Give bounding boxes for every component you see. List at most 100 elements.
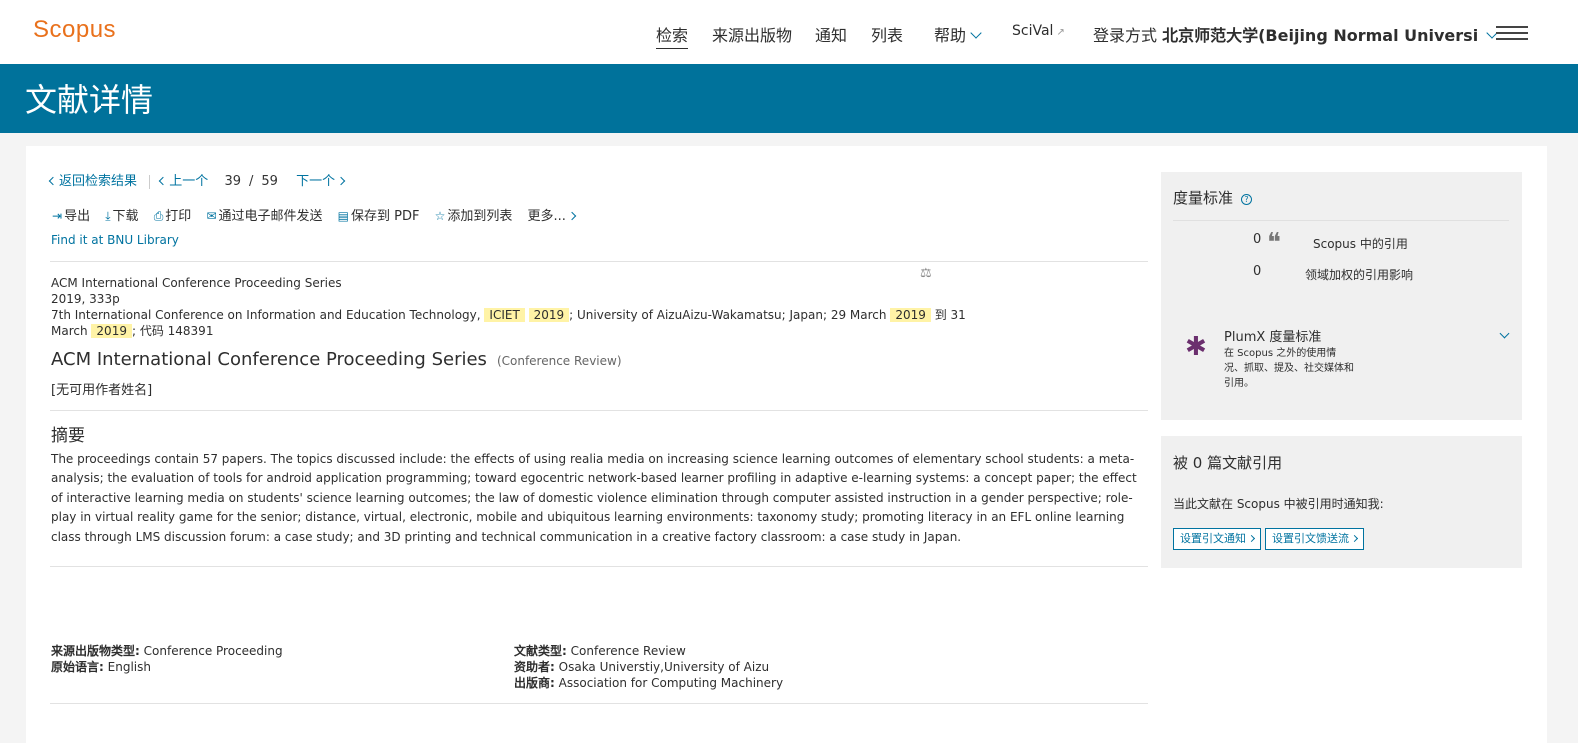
- export-button[interactable]: ⇥ 导出: [52, 205, 90, 224]
- print-icon: ⎙: [153, 209, 164, 223]
- highlight-term: 2019: [528, 308, 570, 322]
- email-icon: ✉: [206, 209, 217, 223]
- conference-code: ; 代码 148391: [131, 324, 214, 338]
- citations-label: Scopus 中的引用: [1313, 237, 1408, 251]
- next-label: 下一个: [296, 174, 336, 189]
- nav-search[interactable]: 检索: [656, 22, 689, 49]
- abstract-heading: 摘要: [51, 426, 85, 446]
- chevron-down-icon: [970, 27, 982, 39]
- language-label: 原始语言:: [51, 660, 104, 674]
- cited-by-title: 被 0 篇文献引用: [1173, 454, 1283, 472]
- page-banner: 文献详情: [0, 64, 1578, 133]
- metrics-title: 度量标准?: [1173, 187, 1253, 208]
- metadata-left: 来源出版物类型: Conference Proceeding 原始语言: Eng…: [51, 643, 283, 675]
- conference-prefix: 7th International Conference on Informat…: [51, 308, 481, 322]
- login-institution-name: 北京师范大学(Beijing Normal Universi: [1162, 26, 1479, 45]
- next-link[interactable]: 下一个: [296, 174, 346, 189]
- print-button[interactable]: ⎙ 打印: [154, 205, 192, 224]
- nav-help-label: 帮助: [934, 26, 967, 45]
- pdf-icon: ▤: [337, 209, 350, 223]
- help-icon[interactable]: ?: [1241, 194, 1253, 205]
- chevron-right-icon: [1247, 534, 1256, 543]
- document-title: ACM International Conference Proceeding …: [51, 349, 487, 370]
- source-year-pages: 2019, 333p: [51, 292, 120, 306]
- set-citation-alert-button[interactable]: 设置引文通知: [1173, 528, 1261, 550]
- source-type-label: 来源出版物类型:: [51, 644, 140, 658]
- chevron-right-icon: [336, 176, 346, 186]
- previous-label: 上一个: [169, 174, 209, 189]
- divider: [149, 174, 151, 189]
- breadcrumb: 返回检索结果 上一个 39 / 59 下一个: [48, 170, 346, 189]
- source-type-value: Conference Proceeding: [143, 644, 283, 658]
- fwci-label: 领域加权的引用影响: [1305, 268, 1414, 282]
- nav-lists[interactable]: 列表: [871, 22, 903, 46]
- download-icon: ⤓: [105, 209, 111, 223]
- back-to-results-link[interactable]: 返回检索结果: [48, 174, 138, 189]
- highlight-term: ICIET: [484, 308, 525, 322]
- plumx-description: 在 Scopus 之外的使用情况、抓取、提及、社交媒体和引用。: [1224, 348, 1354, 389]
- back-to-results-label: 返回检索结果: [59, 174, 138, 189]
- email-button[interactable]: ✉ 通过电子邮件发送: [206, 205, 322, 224]
- divider: [50, 703, 1148, 704]
- divider: [50, 566, 1148, 567]
- document-title-row: ACM International Conference Proceeding …: [51, 349, 622, 370]
- nav-scival-label: SciVal: [1012, 23, 1054, 39]
- nav-scival[interactable]: SciVal ↗: [1012, 23, 1065, 39]
- fwci-count: 0: [1253, 264, 1262, 279]
- set-citation-feed-label: 设置引文馈送流: [1272, 532, 1349, 545]
- add-to-list-label: 添加到列表: [447, 209, 513, 224]
- add-to-list-button[interactable]: ☆ 添加到列表: [435, 205, 513, 224]
- metrics-panel: 度量标准? 0 ❝ Scopus 中的引用 0 领域加权的引用影响 ✱ Plum…: [1161, 172, 1522, 420]
- source-series-link[interactable]: ACM International Conference Proceeding …: [51, 276, 342, 290]
- nav-help[interactable]: 帮助: [934, 22, 982, 46]
- external-link-icon: ↗: [1056, 27, 1065, 38]
- highlight-term: 2019: [91, 324, 132, 338]
- page-title: 文献详情: [25, 81, 154, 119]
- chevron-left-icon: [48, 176, 58, 186]
- download-label: 下载: [112, 209, 139, 224]
- plumx-title[interactable]: PlumX 度量标准: [1224, 326, 1321, 345]
- star-icon: ☆: [434, 209, 446, 223]
- set-citation-alert-label: 设置引文通知: [1180, 532, 1246, 545]
- highlight-term: 2019: [890, 308, 931, 322]
- save-pdf-button[interactable]: ▤ 保存到 PDF: [338, 205, 420, 224]
- sponsor-value: Osaka Universtiy,University of Aizu: [558, 660, 770, 674]
- nav-sources[interactable]: 来源出版物: [712, 22, 792, 46]
- hamburger-menu-icon[interactable]: [1496, 26, 1528, 40]
- divider: [50, 261, 1148, 262]
- nav-alerts[interactable]: 通知: [815, 22, 847, 46]
- scopus-logo[interactable]: Scopus: [33, 16, 116, 44]
- top-navigation-bar: Scopus 检索 来源出版物 通知 列表 帮助 SciVal ↗ 登录方式 北京…: [0, 0, 1578, 64]
- divider: [50, 410, 1148, 411]
- pager-slash: /: [249, 174, 254, 189]
- conference-info: 7th International Conference on Informat…: [51, 307, 971, 339]
- metrics-title-label: 度量标准: [1173, 189, 1234, 207]
- publisher-label: 出版商:: [514, 676, 555, 690]
- export-icon: ⇥: [52, 209, 63, 223]
- total-count: 59: [261, 174, 278, 189]
- more-button[interactable]: 更多...: [527, 205, 577, 224]
- citations-count[interactable]: 0: [1253, 232, 1261, 247]
- document-type: (Conference Review): [496, 354, 622, 368]
- authors: [无可用作者姓名]: [51, 383, 153, 398]
- nav-login-institution[interactable]: 登录方式 北京师范大学(Beijing Normal Universi: [1093, 22, 1498, 46]
- print-label: 打印: [165, 209, 192, 224]
- document-actions-toolbar: ⇥ 导出 ⤓ 下载 ⎙ 打印 ✉ 通过电子邮件发送 ▤ 保存到 PDF ☆ 添加到列表 更多…: [52, 205, 586, 224]
- chevron-right-icon: [1350, 534, 1359, 543]
- doc-type-label: 文献类型:: [514, 644, 567, 658]
- previous-link[interactable]: 上一个: [159, 174, 209, 189]
- sponsor-label: 资助者:: [514, 660, 555, 674]
- chevron-right-icon: [567, 211, 577, 221]
- chevron-left-icon: [159, 176, 168, 186]
- chevron-down-icon[interactable]: [1499, 328, 1510, 339]
- save-pdf-label: 保存到 PDF: [351, 209, 420, 224]
- set-citation-feed-button[interactable]: 设置引文馈送流: [1265, 528, 1364, 550]
- quote-icon: ❝: [1267, 228, 1281, 258]
- abstract-text: The proceedings contain 57 papers. The t…: [51, 452, 1137, 544]
- more-label: 更多...: [527, 209, 566, 224]
- language-value: English: [107, 660, 151, 674]
- download-button[interactable]: ⤓ 下载: [105, 205, 138, 224]
- current-index: 39: [224, 174, 241, 189]
- source-info: ACM International Conference Proceeding …: [51, 275, 971, 339]
- find-at-library-link[interactable]: Find it at BNU Library: [51, 233, 179, 247]
